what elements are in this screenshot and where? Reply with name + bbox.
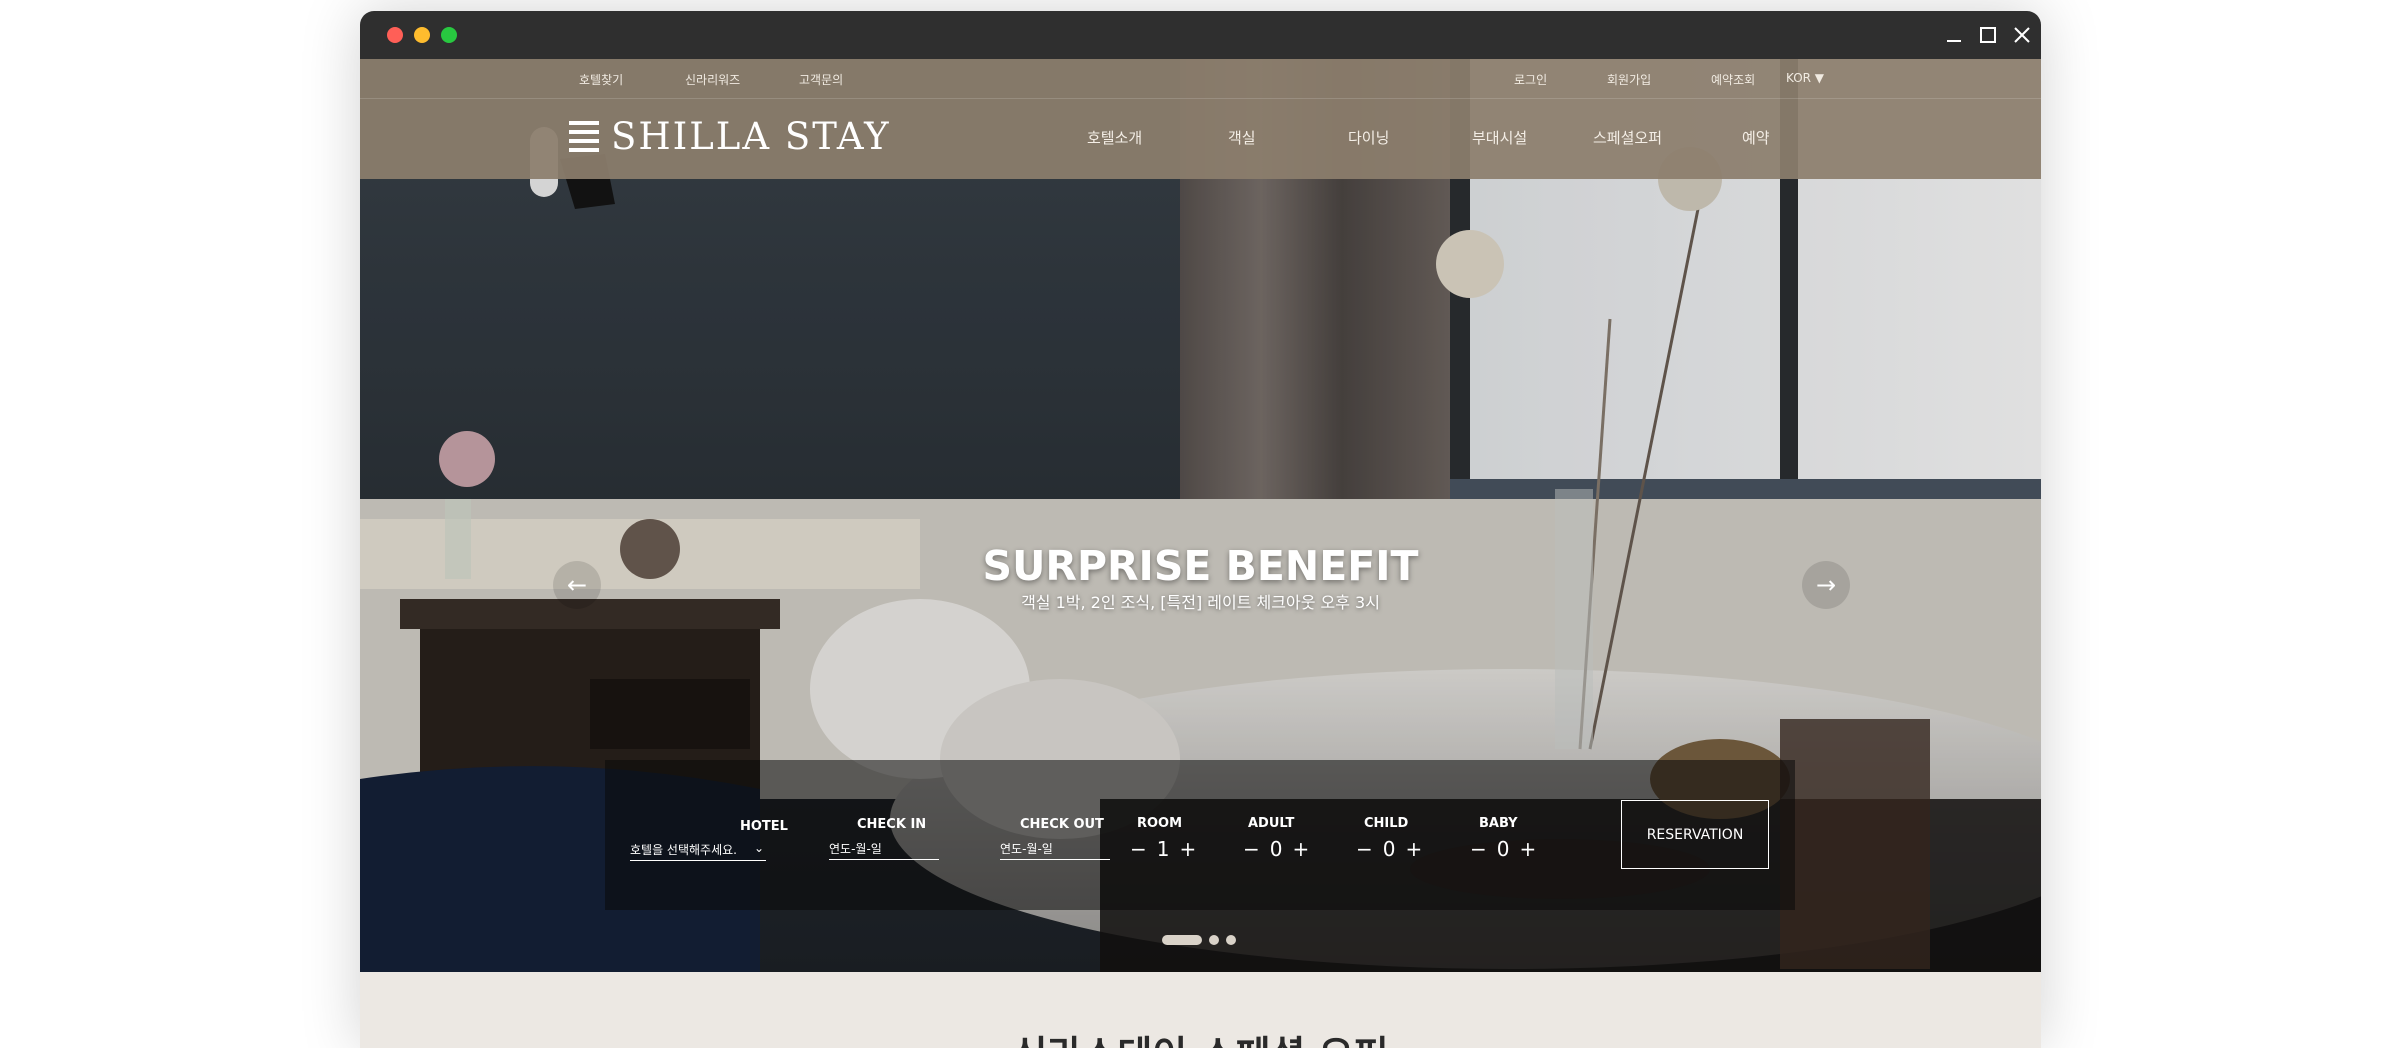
nav-facilities[interactable]: 부대시설 (1472, 127, 1527, 148)
util-link-find-hotel[interactable]: 호텔찾기 (579, 71, 623, 88)
checkin-label: CHECK IN (857, 817, 927, 832)
utility-nav: 호텔찾기 신라리워즈 고객문의 로그인 회원가입 예약조회 KOR ▼ (360, 59, 2041, 99)
maximize-icon[interactable] (1974, 21, 2002, 49)
util-link-reservation-check[interactable]: 예약조회 (1711, 71, 1755, 88)
baby-minus-button[interactable]: − (1470, 837, 1487, 861)
baby-stepper: − 0 + (1470, 837, 1536, 861)
close-dot-icon[interactable] (387, 27, 403, 43)
logo-mark-icon (569, 120, 599, 152)
adult-label: ADULT (1248, 816, 1295, 831)
maximize-dot-icon[interactable] (441, 27, 457, 43)
chevron-down-icon: ⌄ (753, 841, 764, 855)
room-stepper: − 1 + (1130, 837, 1196, 861)
close-icon[interactable] (2008, 21, 2036, 49)
baby-count: 0 (1496, 837, 1510, 861)
main-nav: SHILLA STAY 호텔소개 객실 다이닝 부대시설 스페셜오퍼 예약 (360, 99, 2041, 179)
minimize-icon[interactable] (1940, 21, 1968, 49)
hotel-select[interactable]: 호텔을 선택해주세요. ⌄ (630, 841, 766, 861)
next-slide-button[interactable]: → (1802, 561, 1850, 609)
room-minus-button[interactable]: − (1130, 837, 1147, 861)
hotel-select-value: 호텔을 선택해주세요. (630, 843, 737, 857)
prev-slide-button[interactable]: ← (553, 561, 601, 609)
util-link-contact[interactable]: 고객문의 (799, 71, 843, 88)
child-plus-button[interactable]: + (1406, 837, 1423, 861)
arrow-left-icon: ← (566, 571, 588, 599)
special-offer-section: 신라스테이 스페셜 오퍼 (360, 972, 2041, 1048)
pagination-dot[interactable] (1209, 935, 1219, 945)
pagination-dot-active[interactable] (1162, 935, 1202, 945)
child-stepper: − 0 + (1356, 837, 1422, 861)
slide-title: SURPRISE BENEFIT (982, 542, 1419, 590)
room-plus-button[interactable]: + (1180, 837, 1197, 861)
booking-bar: HOTEL 호텔을 선택해주세요. ⌄ CHECK IN 연도-월-일 CHEC… (605, 760, 1795, 910)
nav-special-offers[interactable]: 스페셜오퍼 (1593, 127, 1662, 148)
minimize-dot-icon[interactable] (414, 27, 430, 43)
child-minus-button[interactable]: − (1356, 837, 1373, 861)
child-label: CHILD (1364, 816, 1409, 831)
room-count: 1 (1156, 837, 1170, 861)
window-titlebar (360, 11, 2041, 59)
checkout-input[interactable]: 연도-월-일 (1000, 840, 1110, 860)
pagination-dot[interactable] (1226, 935, 1236, 945)
adult-plus-button[interactable]: + (1293, 837, 1310, 861)
nav-rooms[interactable]: 객실 (1228, 127, 1256, 148)
arrow-right-icon: → (1815, 571, 1837, 599)
hotel-label: HOTEL (740, 819, 788, 834)
nav-reservation[interactable]: 예약 (1742, 127, 1770, 148)
baby-label: BABY (1479, 816, 1518, 831)
browser-window: SURPRISE BENEFIT 객실 1박, 2인 조식, [특전] 레이트 … (360, 11, 2041, 1048)
checkin-input[interactable]: 연도-월-일 (829, 840, 939, 860)
nav-dining[interactable]: 다이닝 (1348, 127, 1389, 148)
language-selector[interactable]: KOR ▼ (1786, 71, 1824, 85)
slide-pagination (1162, 935, 1236, 945)
adult-stepper: − 0 + (1243, 837, 1309, 861)
util-link-login[interactable]: 로그인 (1514, 71, 1547, 88)
site-logo[interactable]: SHILLA STAY (569, 115, 891, 158)
slide-subtitle: 객실 1박, 2인 조식, [특전] 레이트 체크아웃 오후 3시 (1021, 593, 1380, 612)
room-label: ROOM (1137, 816, 1183, 831)
site-header: 호텔찾기 신라리워즈 고객문의 로그인 회원가입 예약조회 KOR ▼ SHIL… (360, 59, 2041, 179)
checkout-label: CHECK OUT (1020, 817, 1104, 832)
adult-minus-button[interactable]: − (1243, 837, 1260, 861)
adult-count: 0 (1269, 837, 1283, 861)
nav-hotel-intro[interactable]: 호텔소개 (1087, 127, 1142, 148)
logo-text: SHILLA STAY (611, 115, 891, 158)
section-title: 신라스테이 스페셜 오퍼 (360, 1024, 2041, 1048)
child-count: 0 (1382, 837, 1396, 861)
util-link-signup[interactable]: 회원가입 (1607, 71, 1651, 88)
util-link-rewards[interactable]: 신라리워즈 (685, 71, 740, 88)
reservation-button[interactable]: RESERVATION (1621, 800, 1769, 869)
baby-plus-button[interactable]: + (1520, 837, 1537, 861)
